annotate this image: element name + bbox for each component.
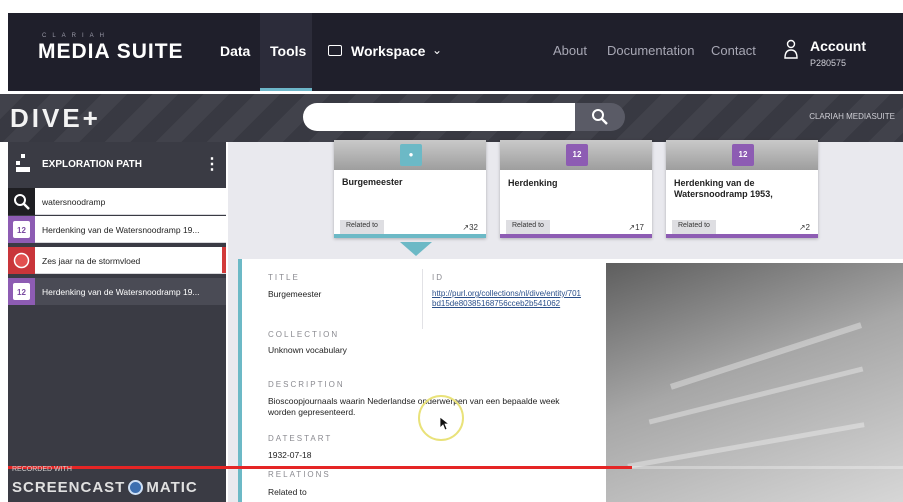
search-input[interactable] <box>303 103 575 131</box>
nav-contact[interactable]: Contact <box>711 43 756 58</box>
stair-rail <box>627 422 865 469</box>
related-to-button[interactable]: Related to <box>672 220 716 234</box>
card-accent-bar <box>334 234 486 238</box>
calendar-icon: 12 <box>8 278 35 305</box>
nav-about[interactable]: About <box>553 43 587 58</box>
kebab-menu-icon[interactable]: ⋮ <box>204 154 220 174</box>
path-item-event[interactable]: Zes jaar na de stormvloed <box>8 247 226 274</box>
screencast-watermark: SCREENCAST MATIC <box>12 479 198 496</box>
related-card[interactable]: ● Burgemeester Related to ↗32 <box>334 140 486 238</box>
path-item-label: Herdenking van de Watersnoodramp 19... <box>42 225 200 235</box>
exploration-path-header: EXPLORATION PATH ⋮ <box>8 142 226 186</box>
card-title: Burgemeester <box>342 177 403 187</box>
datestart-value: 1932-07-18 <box>268 450 312 460</box>
path-item-media[interactable]: 12 Herdenking van de Watersnoodramp 19..… <box>8 216 226 243</box>
media-suite-header: CLARIAH MEDIA SUITE Data Tools Workspace… <box>8 13 903 91</box>
account-id: P280575 <box>810 58 847 68</box>
main-area: ● Burgemeester Related to ↗32 12 Herdenk… <box>228 140 903 502</box>
nav-documentation[interactable]: Documentation <box>607 43 694 58</box>
collection-label: COLLECTION <box>268 330 340 339</box>
calendar-icon: 12 <box>8 216 35 243</box>
relations-value[interactable]: Related to <box>268 487 307 498</box>
stair-rail <box>648 366 864 425</box>
relations-label: RELATIONS <box>268 470 331 479</box>
media-suite-logo[interactable]: CLARIAH MEDIA SUITE <box>38 33 184 64</box>
chevron-down-icon[interactable]: ⌄ <box>432 43 442 57</box>
dive-logo[interactable]: DIVE+ <box>10 103 101 134</box>
top-strip <box>0 0 903 13</box>
card-accent-bar <box>500 234 652 238</box>
event-icon <box>8 247 35 274</box>
title-label: TITLE <box>268 273 300 282</box>
account-label[interactable]: Account <box>810 38 866 54</box>
screencast-logo-icon <box>128 480 144 495</box>
exploration-path-title: EXPLORATION PATH <box>42 159 142 170</box>
title-value: Burgemeester <box>268 289 322 299</box>
datestart-label: DATESTART <box>268 434 333 443</box>
folder-icon <box>328 45 342 56</box>
related-card[interactable]: 12 Herdenking van de Watersnoodramp 1953… <box>666 140 818 238</box>
path-item-search[interactable]: watersnoodramp <box>8 188 226 215</box>
card-accent-bar <box>666 234 818 238</box>
related-to-button[interactable]: Related to <box>340 220 384 234</box>
description-label: DESCRIPTION <box>268 380 345 389</box>
nav-workspace[interactable]: Workspace <box>351 43 425 59</box>
stair-rail <box>669 322 863 390</box>
dive-toolbar: DIVE+ CLARIAH MEDIASUITE <box>0 94 903 142</box>
path-item-current[interactable]: 12 Herdenking van de Watersnoodramp 19..… <box>8 278 226 305</box>
path-icon <box>16 154 30 172</box>
calendar-icon: 12 <box>566 144 588 166</box>
related-count: ↗32 <box>462 223 478 232</box>
path-item-label: watersnoodramp <box>42 197 106 207</box>
nav-data[interactable]: Data <box>220 43 250 59</box>
field-divider <box>422 269 423 329</box>
mouse-cursor-icon <box>440 417 450 431</box>
recorded-with-label: RECORDED WITH <box>12 466 72 473</box>
path-item-label: Zes jaar na de stormvloed <box>42 256 141 266</box>
id-link[interactable]: http://purl.org/collections/nl/dive/enti… <box>432 289 582 309</box>
search-button[interactable] <box>575 103 625 131</box>
related-to-button[interactable]: Related to <box>506 220 550 234</box>
selection-pointer <box>400 242 432 256</box>
screen: CLARIAH MEDIA SUITE Data Tools Workspace… <box>0 0 903 502</box>
collection-value: Unknown vocabulary <box>268 345 347 355</box>
related-card[interactable]: 12 Herdenking Related to ↗17 <box>500 140 652 238</box>
exploration-sidebar: EXPLORATION PATH ⋮ watersnoodramp 12 Her… <box>8 142 226 502</box>
video-progress-fill <box>8 466 632 469</box>
related-count: ↗17 <box>628 223 644 232</box>
user-icon[interactable] <box>784 39 798 59</box>
calendar-icon: 12 <box>732 144 754 166</box>
search-icon <box>592 109 608 125</box>
logo-small-text: CLARIAH <box>42 33 111 39</box>
path-item-label: Herdenking van de Watersnoodramp 19... <box>42 287 200 297</box>
active-marker <box>222 247 226 273</box>
related-count: ↗2 <box>798 223 810 232</box>
mediasuite-label: CLARIAH MEDIASUITE <box>809 112 895 121</box>
person-icon: ● <box>400 144 422 166</box>
id-label: ID <box>432 273 444 282</box>
search-icon <box>8 188 35 215</box>
card-title: Herdenking <box>508 178 558 188</box>
card-title: Herdenking van de Watersnoodramp 1953, <box>674 178 773 199</box>
logo-big-text: MEDIA SUITE <box>38 40 184 63</box>
nav-tools[interactable]: Tools <box>270 43 306 59</box>
